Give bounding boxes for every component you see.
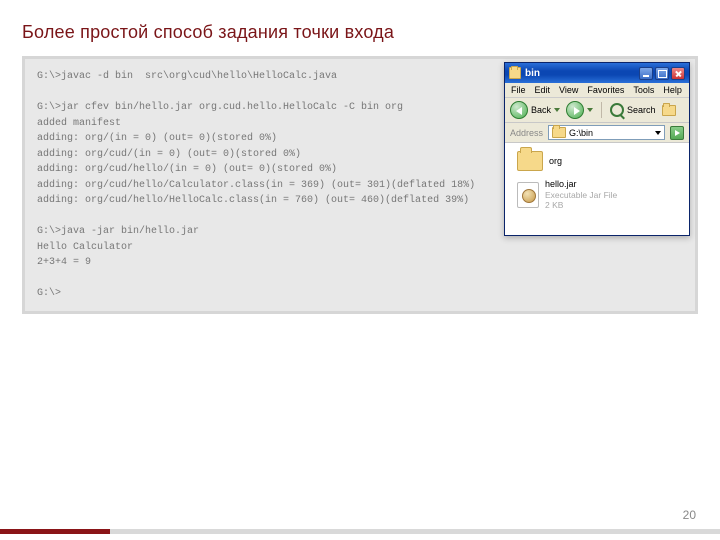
address-bar: Address G:\bin bbox=[505, 123, 689, 143]
search-icon bbox=[610, 103, 624, 117]
address-label: Address bbox=[510, 128, 543, 138]
menu-file[interactable]: File bbox=[511, 85, 526, 95]
maximize-button[interactable] bbox=[655, 67, 669, 80]
search-button[interactable]: Search bbox=[610, 103, 656, 117]
jar-icon bbox=[517, 182, 539, 208]
minimize-button[interactable] bbox=[639, 67, 653, 80]
menu-favorites[interactable]: Favorites bbox=[587, 85, 624, 95]
explorer-window: bin File Edit View Favorites Tools Help … bbox=[504, 62, 690, 236]
menu-edit[interactable]: Edit bbox=[535, 85, 551, 95]
footer-accent bbox=[0, 529, 720, 534]
separator bbox=[601, 102, 602, 118]
chevron-down-icon bbox=[655, 131, 661, 135]
folder-icon bbox=[509, 67, 521, 79]
window-title: bin bbox=[525, 68, 639, 79]
folders-icon bbox=[662, 105, 676, 116]
folder-icon bbox=[517, 151, 543, 171]
item-meta: Executable Jar File 2 KB bbox=[545, 190, 617, 210]
file-list: org hello.jar Executable Jar File 2 KB bbox=[505, 143, 689, 235]
item-name: org bbox=[549, 156, 562, 167]
menu-help[interactable]: Help bbox=[663, 85, 682, 95]
go-button[interactable] bbox=[670, 126, 684, 140]
titlebar: bin bbox=[505, 63, 689, 83]
chevron-down-icon bbox=[587, 108, 593, 112]
menu-view[interactable]: View bbox=[559, 85, 578, 95]
list-item[interactable]: hello.jar Executable Jar File 2 KB bbox=[517, 179, 677, 210]
menu-tools[interactable]: Tools bbox=[633, 85, 654, 95]
back-arrow-icon bbox=[510, 101, 528, 119]
list-item[interactable]: org bbox=[517, 151, 677, 171]
back-label: Back bbox=[531, 105, 551, 115]
page-number: 20 bbox=[683, 508, 696, 522]
address-field[interactable]: G:\bin bbox=[548, 125, 665, 140]
folder-icon bbox=[552, 127, 566, 138]
slide-title: Более простой способ задания точки входа bbox=[22, 22, 394, 43]
forward-button[interactable] bbox=[566, 101, 593, 119]
search-label: Search bbox=[627, 105, 656, 115]
back-button[interactable]: Back bbox=[510, 101, 560, 119]
folders-button[interactable] bbox=[662, 105, 676, 116]
menu-bar: File Edit View Favorites Tools Help bbox=[505, 83, 689, 98]
item-name: hello.jar bbox=[545, 179, 617, 190]
close-button[interactable] bbox=[671, 67, 685, 80]
forward-arrow-icon bbox=[566, 101, 584, 119]
toolbar: Back Search bbox=[505, 98, 689, 123]
address-value: G:\bin bbox=[569, 128, 593, 138]
chevron-down-icon bbox=[554, 108, 560, 112]
